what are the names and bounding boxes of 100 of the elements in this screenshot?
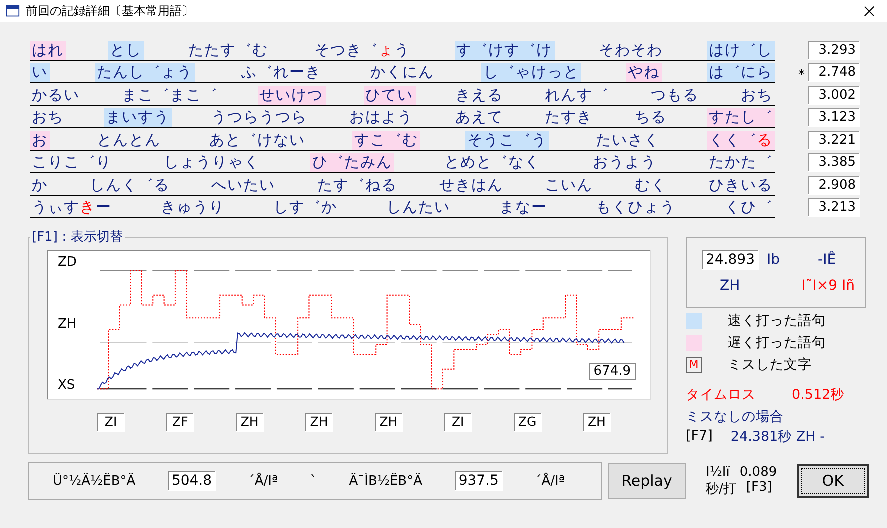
rank-text: ZH <box>720 278 740 294</box>
segment-rank-field: ZF <box>166 413 194 432</box>
typed-word: へいたい <box>210 176 277 194</box>
segment-rank-field: ZG <box>514 413 542 432</box>
segment-rank-field: ZH <box>582 413 611 432</box>
row-marker: * <box>798 68 806 83</box>
typed-word: むく <box>634 176 668 194</box>
per-key-unit: 秒/打 <box>706 480 736 498</box>
segment-rank-field: ZH <box>305 413 334 432</box>
typed-word: うぃす き ー <box>31 198 113 217</box>
typed-word: とめと゛なく <box>444 153 542 172</box>
typed-word: ふ゛れーき <box>240 63 323 82</box>
typed-word: ひ゛たみん <box>310 153 394 172</box>
typed-word: つもる <box>650 86 700 104</box>
typed-word: か <box>31 176 49 194</box>
segment-rank-field: ZI <box>97 413 125 432</box>
typed-word: そうこ゛う <box>465 130 550 150</box>
typed-word: そわそわ <box>598 40 664 60</box>
typed-word: は゛にら <box>706 63 775 82</box>
score-field: 3.123 <box>808 108 860 127</box>
typed-word: まいすう <box>104 108 172 127</box>
shortcut-text: [F3] <box>746 480 772 496</box>
typed-word: まこ゛まこ゛ <box>120 86 219 104</box>
score-field: 3.221 <box>808 130 860 150</box>
score-field: 2.908 <box>808 176 860 194</box>
typed-word: はけ゛し <box>706 40 775 60</box>
segment-rank-field: ZI <box>444 413 472 432</box>
axis-label: ZH <box>58 316 77 332</box>
separator-text: ` <box>310 474 317 488</box>
miss-count-text: I˜I×9 Iñ <box>802 278 855 294</box>
group-legend: [F1]：表示切替 <box>30 228 125 246</box>
typed-word: くく゛る <box>706 130 775 150</box>
time-loss-label: タイムロス <box>686 386 756 404</box>
typed-word: おち <box>740 86 774 104</box>
score-field: 3.293 <box>808 40 860 60</box>
suffix-text: -IÊ <box>818 252 836 268</box>
typed-word: たかた゛ <box>708 153 774 172</box>
typed-word: し゛ゃけっと <box>481 63 582 82</box>
typed-word: ちる <box>634 108 668 127</box>
typed-word: れんす゛ <box>544 86 610 104</box>
segment-rank-field: ZH <box>236 413 264 432</box>
typed-word: しんく゛る <box>88 176 171 194</box>
typed-word: しょうりゃく <box>163 153 262 172</box>
close-icon[interactable] <box>864 6 875 16</box>
window-icon <box>6 4 20 18</box>
typed-word: ひてい <box>364 86 416 104</box>
typed-word: ひきいる <box>708 176 774 194</box>
no-miss-label: ミスなしの場合 <box>686 408 785 426</box>
typed-word: とし <box>108 40 144 60</box>
typed-word: はれ <box>30 40 66 60</box>
typed-word: まなー <box>498 198 548 217</box>
typed-word: す゛けす゛け <box>454 40 555 60</box>
no-miss-value: 24.381秒 ZH - <box>730 428 825 446</box>
score-field: 3.213 <box>808 198 860 217</box>
typed-word: やね <box>626 63 662 82</box>
typed-word: せいけつ <box>258 86 326 104</box>
typed-word: あと゛けない <box>208 130 307 150</box>
typed-word: もくひょう <box>595 198 678 217</box>
typed-word: たす゛ねる <box>316 176 399 194</box>
unit-text: Ib <box>767 252 780 268</box>
segment-rank-field: ZH <box>374 413 403 432</box>
legend-label: 遅く打った語句 <box>728 334 826 352</box>
score-field: 2.748 <box>808 63 860 82</box>
typed-word: おはよう <box>348 108 415 127</box>
score-field: 3.002 <box>808 86 860 104</box>
typed-word: おち <box>31 108 65 127</box>
unit-text: ´Å/Iª <box>535 474 565 488</box>
typed-word: い <box>30 63 50 82</box>
speed-label: Ä¯ÌB½ËB°Ä <box>349 474 422 488</box>
typed-word: くひ゛ <box>724 198 774 217</box>
window-title: 前回の記録詳細〔基本常用語〕 <box>26 2 195 20</box>
typed-word: きえる <box>454 86 504 104</box>
legend-label: ミスした文字 <box>728 356 812 374</box>
typed-word: そつき゛ょ う <box>313 40 412 60</box>
speed-label: Ü°½Ä½ËB°Ä <box>53 474 136 488</box>
time-loss-value: 0.512秒 <box>792 386 845 404</box>
speed-field: 937.5 <box>454 471 503 491</box>
typed-word: せきはん <box>438 176 504 194</box>
typed-word: たすき <box>544 108 594 127</box>
typed-word: かるい <box>31 86 81 104</box>
typed-word: あえて <box>454 108 504 127</box>
value-field: 674.9 <box>588 363 636 380</box>
typed-word: お <box>30 130 50 150</box>
typed-word: すこ゛む <box>352 130 420 150</box>
typed-word: うつらうつら <box>210 108 309 127</box>
typed-word: たいさく <box>595 130 662 150</box>
replay-button[interactable]: Replay <box>608 463 686 499</box>
per-key-value: 0.089 <box>740 464 778 480</box>
typed-word: しんたい <box>385 198 452 217</box>
typed-word: こりこ゛り <box>31 153 113 172</box>
typed-word: すたし゛ <box>706 108 775 127</box>
ok-button[interactable]: OK <box>797 464 870 498</box>
per-key-label: I½Iï <box>706 464 730 480</box>
typed-word: しす゛か <box>272 198 339 217</box>
typed-word: とんとん <box>96 130 162 150</box>
shortcut-text: [F7] <box>686 428 713 446</box>
typed-word: おうよう <box>592 153 658 172</box>
typed-word: たんし゛ょう <box>94 63 195 82</box>
axis-label: ZD <box>58 255 77 270</box>
time-field: 24.893 <box>702 250 759 270</box>
